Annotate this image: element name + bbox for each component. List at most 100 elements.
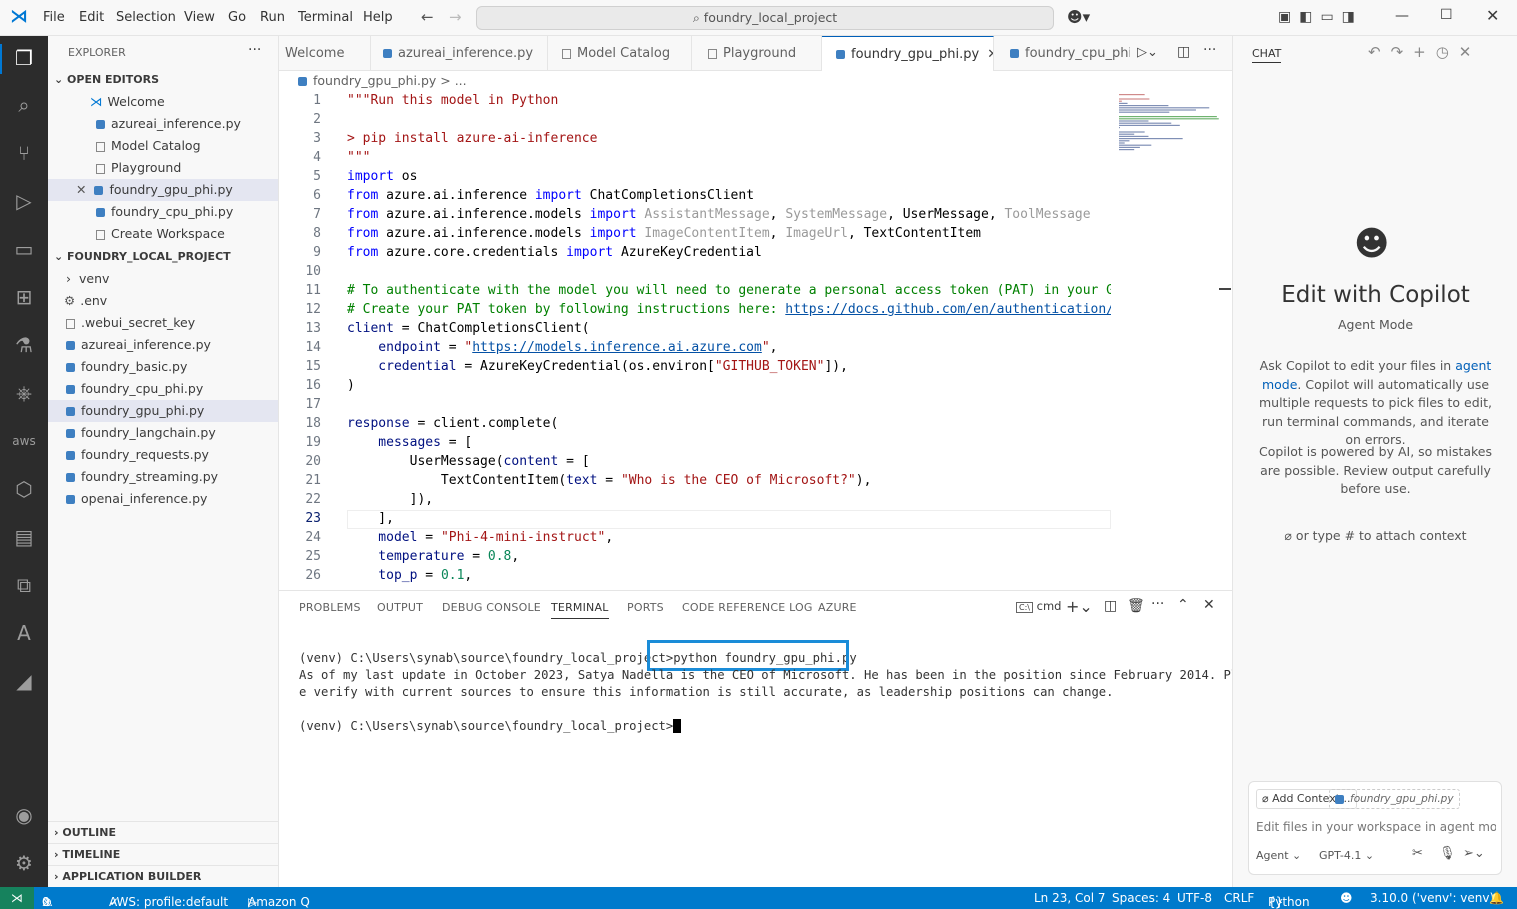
copilot-status-icon[interactable]: ☻ bbox=[1340, 891, 1353, 905]
minimize-icon[interactable]: — bbox=[1395, 8, 1409, 24]
tab-model-catalog[interactable]: Model Catalog bbox=[548, 36, 692, 71]
timeline-header[interactable]: › TIMELINE bbox=[48, 843, 278, 865]
command-center-search[interactable]: ⌕ foundry_local_project bbox=[476, 6, 1054, 30]
back-arrow-icon[interactable]: ← bbox=[421, 8, 434, 26]
file-openai-inference[interactable]: openai_inference.py bbox=[48, 488, 278, 510]
chat-toolbar[interactable]: ↶↷+◷✕ bbox=[1368, 43, 1481, 61]
panel-tab-problems[interactable]: PROBLEMS bbox=[299, 601, 361, 614]
run-debug-icon[interactable]: ▷ bbox=[10, 187, 38, 215]
ai-toolkit-icon[interactable]: ⧉ bbox=[10, 571, 38, 599]
aws-icon[interactable]: aws bbox=[10, 427, 38, 455]
run-file-icon[interactable]: ▷⌄ bbox=[1137, 45, 1158, 60]
explorer-icon[interactable]: ❐ bbox=[10, 44, 38, 72]
code-editor[interactable]: 1 2 3 4 5 6 7 8 9 10 11 12 13 14 15 16 1… bbox=[279, 90, 1111, 590]
azure-icon[interactable]: A bbox=[10, 619, 38, 647]
close-window-icon[interactable]: ✕ bbox=[1486, 6, 1499, 25]
encoding[interactable]: UTF-8 bbox=[1177, 891, 1212, 905]
account-icon[interactable]: ◉ bbox=[10, 801, 38, 829]
tab-welcome[interactable]: Welcome bbox=[279, 36, 371, 71]
forward-arrow-icon[interactable]: → bbox=[449, 8, 462, 26]
cursor-position[interactable]: Ln 23, Col 7 bbox=[1034, 891, 1106, 905]
layout-toggles[interactable]: ▣◧▭◨ bbox=[1278, 9, 1363, 25]
line-ending[interactable]: CRLF bbox=[1224, 891, 1254, 905]
panel-tab-code-reference-log[interactable]: CODE REFERENCE LOG bbox=[682, 601, 813, 614]
minimap[interactable] bbox=[1111, 90, 1231, 590]
maximize-icon[interactable]: ☐ bbox=[1440, 7, 1453, 23]
python-interpreter[interactable]: 3.10.0 ('venv': venv) bbox=[1370, 891, 1494, 905]
menu-run[interactable]: Run bbox=[260, 10, 285, 25]
chat-input[interactable]: Edit files in your workspace in agent mo… bbox=[1256, 820, 1496, 834]
split-terminal-icon[interactable]: ◫ bbox=[1104, 598, 1117, 614]
tab-azureai-inference[interactable]: azureai_inference.py bbox=[371, 36, 548, 71]
panel-tab-azure[interactable]: AZURE bbox=[818, 601, 857, 614]
remote-indicator[interactable]: ⋊ bbox=[0, 887, 34, 909]
scrollbar-thumb[interactable] bbox=[1219, 288, 1231, 290]
send-icon[interactable]: ➢⌄ bbox=[1463, 846, 1485, 861]
indentation[interactable]: Spaces: 4 bbox=[1112, 891, 1170, 905]
open-editor-foundry-cpu[interactable]: foundry_cpu_phi.py bbox=[48, 201, 278, 223]
agent-mode-dropdown[interactable]: Agent ⌄ bbox=[1256, 849, 1301, 862]
file-context-chip[interactable]: foundry_gpu_phi.py bbox=[1329, 789, 1460, 809]
panel-tab-terminal[interactable]: TERMINAL bbox=[551, 601, 609, 619]
microphone-icon[interactable]: 🎙 bbox=[1439, 846, 1456, 861]
tab-close-icon[interactable]: ✕ bbox=[987, 47, 993, 62]
project-header[interactable]: ⌄ FOUNDRY_LOCAL_PROJECT bbox=[48, 246, 278, 268]
open-editor-foundry-gpu[interactable]: ✕ foundry_gpu_phi.py bbox=[48, 179, 278, 201]
panel-tab-ports[interactable]: PORTS bbox=[627, 601, 664, 614]
file-env[interactable]: ⚙ .env bbox=[48, 290, 278, 312]
hexagon-icon[interactable]: ⬡ bbox=[10, 475, 38, 503]
testing-icon[interactable]: ⚗ bbox=[10, 331, 38, 359]
app-builder-header[interactable]: › APPLICATION BUILDER bbox=[48, 865, 278, 887]
terminal-shell-selector[interactable]: C:\ cmd bbox=[1016, 599, 1061, 613]
remote-explorer-icon[interactable]: ▭ bbox=[10, 235, 38, 263]
open-editors-header[interactable]: ⌄ OPEN EDITORS bbox=[48, 69, 278, 91]
copilot-icon[interactable]: ☻▾ bbox=[1067, 8, 1090, 26]
foundry-icon[interactable]: ◢ bbox=[10, 667, 38, 695]
file-foundry-requests[interactable]: foundry_requests.py bbox=[48, 444, 278, 466]
notifications-bell-icon[interactable]: 🔔 bbox=[1489, 891, 1504, 905]
trash-icon[interactable]: 🗑 bbox=[1127, 598, 1145, 614]
tab-foundry-gpu-phi[interactable]: foundry_gpu_phi.py ✕ bbox=[822, 36, 994, 71]
open-editor-welcome[interactable]: ⋊ Welcome bbox=[48, 91, 278, 113]
more-actions-icon[interactable]: ··· bbox=[248, 42, 261, 58]
split-editor-icon[interactable]: ◫ bbox=[1177, 44, 1190, 60]
panel-more-icon[interactable]: ··· bbox=[1151, 596, 1164, 612]
settings-gear-icon[interactable]: ⚙ bbox=[10, 849, 38, 877]
model-dropdown[interactable]: GPT-4.1 ⌄ bbox=[1319, 849, 1374, 862]
file-foundry-streaming[interactable]: foundry_streaming.py bbox=[48, 466, 278, 488]
menu-terminal[interactable]: Terminal bbox=[298, 10, 353, 25]
tools-icon[interactable]: ✂ bbox=[1412, 846, 1423, 861]
open-editor-model-catalog[interactable]: Model Catalog bbox=[48, 135, 278, 157]
terminal-line-prompt[interactable]: (venv) C:\Users\synab\source\foundry_loc… bbox=[299, 719, 681, 733]
source-control-icon[interactable]: ⑂ bbox=[10, 139, 38, 167]
close-panel-icon[interactable]: ✕ bbox=[1203, 597, 1215, 613]
maximize-panel-icon[interactable]: ⌃ bbox=[1177, 597, 1189, 613]
menu-go[interactable]: Go bbox=[228, 10, 246, 25]
file-foundry-langchain[interactable]: foundry_langchain.py bbox=[48, 422, 278, 444]
chat-input-box[interactable]: ⌀ Add Context... foundry_gpu_phi.py Edit… bbox=[1248, 781, 1502, 875]
file-foundry-gpu[interactable]: foundry_gpu_phi.py bbox=[48, 400, 278, 422]
menu-file[interactable]: File bbox=[43, 10, 65, 25]
file-azureai[interactable]: azureai_inference.py bbox=[48, 334, 278, 356]
open-editor-playground[interactable]: Playground bbox=[48, 157, 278, 179]
file-foundry-cpu[interactable]: foundry_cpu_phi.py bbox=[48, 378, 278, 400]
editor-more-icon[interactable]: ··· bbox=[1203, 42, 1216, 58]
tab-foundry-cpu-phi[interactable]: foundry_cpu_phi.py bbox=[994, 36, 1130, 71]
panel-tab-debug-console[interactable]: DEBUG CONSOLE bbox=[442, 601, 541, 614]
file-foundry-basic[interactable]: foundry_basic.py bbox=[48, 356, 278, 378]
menu-help[interactable]: Help bbox=[363, 10, 393, 25]
tab-playground[interactable]: Playground bbox=[692, 36, 822, 71]
folder-venv[interactable]: › venv bbox=[48, 268, 278, 290]
search-view-icon[interactable]: ⌕ bbox=[10, 91, 38, 119]
container-icon[interactable]: ▤ bbox=[10, 523, 38, 551]
menu-selection[interactable]: Selection bbox=[116, 10, 176, 25]
outline-header[interactable]: › OUTLINE bbox=[48, 821, 278, 843]
menu-view[interactable]: View bbox=[184, 10, 215, 25]
open-editor-create-workspace[interactable]: Create Workspace bbox=[48, 223, 278, 245]
menu-edit[interactable]: Edit bbox=[79, 10, 104, 25]
kubernetes-icon[interactable]: ⎈ bbox=[10, 379, 38, 407]
new-terminal-icon[interactable]: +⌄ bbox=[1066, 597, 1093, 616]
panel-tab-output[interactable]: OUTPUT bbox=[377, 601, 423, 614]
close-editor-icon[interactable]: ✕ bbox=[76, 182, 86, 197]
breadcrumb[interactable]: foundry_gpu_phi.py > ... bbox=[298, 73, 467, 88]
